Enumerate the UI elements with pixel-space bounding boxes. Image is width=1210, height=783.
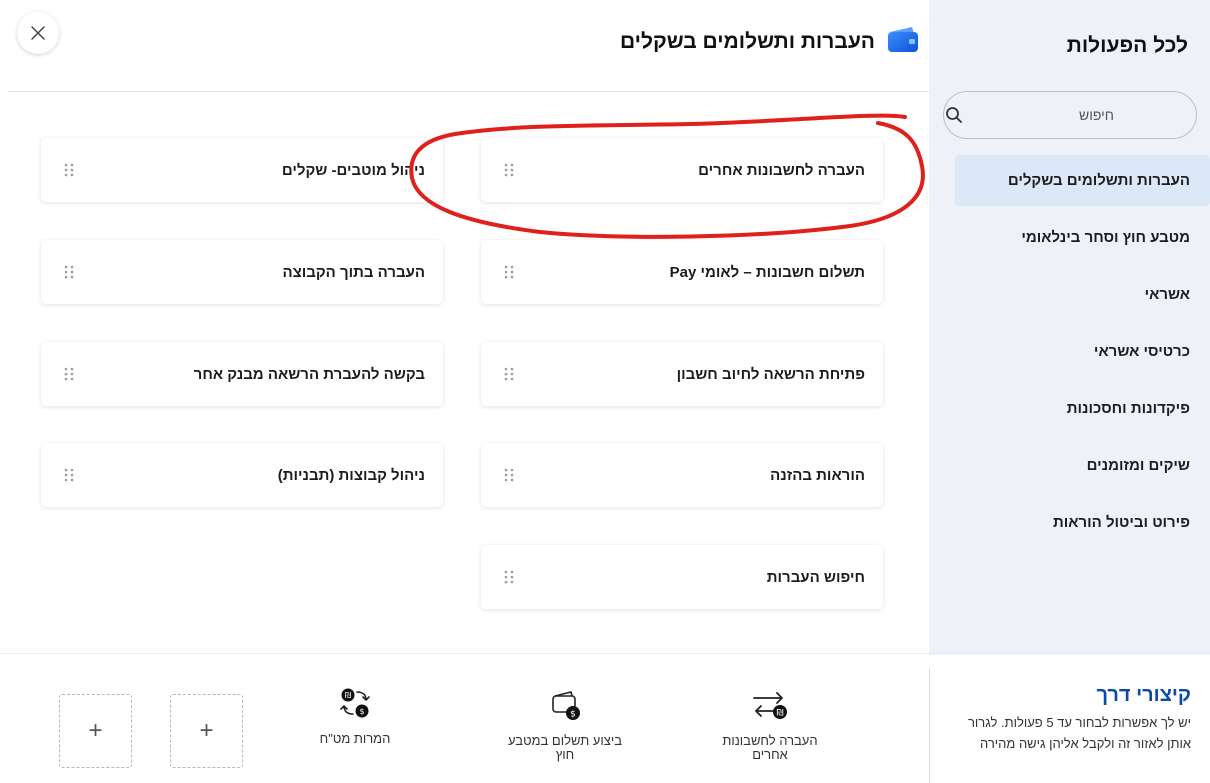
bottom-divider	[0, 653, 1210, 654]
shortcut-label: העברה לחשבונות	[722, 733, 818, 748]
action-card-label: ניהול קבוצות (תבניות)	[277, 466, 425, 484]
wallet-icon	[888, 27, 918, 52]
svg-text:₪: ₪	[345, 691, 351, 700]
sidebar-nav: העברות ותשלומים בשקלים מטבע חוץ וסחר בינ…	[929, 155, 1210, 554]
svg-text:₪: ₪	[776, 709, 783, 719]
drag-handle-icon[interactable]	[503, 569, 515, 585]
action-card-manage-beneficiaries[interactable]: ניהול מוטבים- שקלים	[41, 138, 443, 202]
sidebar-item-credit[interactable]: אשראי	[929, 269, 1210, 320]
search-box[interactable]	[943, 91, 1197, 139]
action-card-search-transfers[interactable]: חיפוש העברות	[481, 545, 883, 609]
close-button[interactable]	[17, 12, 59, 54]
plus-icon: +	[199, 717, 214, 744]
action-card-standing-orders[interactable]: הוראות בהזנה	[481, 443, 883, 507]
action-card-transfer-other-accounts[interactable]: העברה לחשבונות אחרים	[481, 138, 883, 202]
add-shortcut-slot[interactable]: +	[59, 694, 132, 768]
drag-handle-icon[interactable]	[63, 366, 75, 382]
action-card-label: העברה בתוך הקבוצה	[282, 263, 425, 281]
drag-handle-icon[interactable]	[63, 264, 75, 280]
add-shortcut-slot[interactable]: +	[170, 694, 243, 768]
sidebar: לכל הפעולות העברות ותשלומים בשקלים מטבע …	[929, 0, 1210, 655]
sidebar-title: לכל הפעולות	[1066, 34, 1188, 57]
search-icon	[946, 107, 962, 123]
action-card-transfer-within-group[interactable]: העברה בתוך הקבוצה	[41, 240, 443, 304]
transfer-arrows-icon: ₪	[753, 692, 787, 719]
shortcuts-separator	[929, 668, 930, 783]
sidebar-item-shekel-transfers[interactable]: העברות ותשלומים בשקלים	[955, 155, 1210, 206]
sidebar-item-checks-cash[interactable]: שיקים ומזומנים	[929, 440, 1210, 491]
shortcut-transfer-other-accounts[interactable]: ₪ העברה לחשבונות אחרים	[705, 688, 835, 762]
drag-handle-icon[interactable]	[63, 467, 75, 483]
action-card-label: העברה לחשבונות אחרים	[698, 161, 865, 179]
shortcut-label: חוץ	[555, 747, 575, 762]
action-card-label: תשלום חשבונות – לאומי Pay	[669, 263, 865, 281]
action-card-label: חיפוש העברות	[766, 568, 865, 586]
drag-handle-icon[interactable]	[503, 366, 515, 382]
shortcuts-title: קיצורי דרך	[1096, 684, 1191, 706]
shortcuts-description: יש לך אפשרות לבחור עד 5 פעולות. לגרור או…	[967, 715, 1191, 751]
wallet-dollar-icon: $	[552, 691, 580, 720]
action-card-label: בקשה להעברת הרשאה מבנק אחר	[193, 365, 425, 383]
shortcut-currency-exchange[interactable]: ₪ $ המרות מט"ח	[290, 686, 420, 746]
shortcut-foreign-currency-payment[interactable]: $ ביצוע תשלום במטבע חוץ	[500, 688, 630, 762]
svg-text:$: $	[359, 707, 364, 716]
drag-handle-icon[interactable]	[503, 467, 515, 483]
svg-text:$: $	[570, 710, 576, 720]
action-card-label: ניהול מוטבים- שקלים	[281, 161, 425, 179]
close-icon	[31, 26, 45, 40]
shortcut-label: ביצוע תשלום במטבע	[508, 733, 622, 748]
action-card-manage-groups[interactable]: ניהול קבוצות (תבניות)	[41, 443, 443, 507]
shortcut-label: המרות מט"ח	[319, 731, 391, 746]
action-card-label: הוראות בהזנה	[770, 466, 865, 484]
sidebar-item-foreign-currency[interactable]: מטבע חוץ וסחר בינלאומי	[929, 212, 1210, 263]
currency-exchange-icon: ₪ $	[340, 688, 370, 718]
drag-handle-icon[interactable]	[63, 162, 75, 178]
search-input[interactable]	[964, 107, 1114, 123]
sidebar-item-credit-cards[interactable]: כרטיסי אשראי	[929, 326, 1210, 377]
action-card-open-debit-authorization[interactable]: פתיחת הרשאה לחיוב חשבון	[481, 342, 883, 406]
action-card-label: פתיחת הרשאה לחיוב חשבון	[676, 365, 865, 383]
header-divider	[8, 91, 929, 92]
plus-icon: +	[88, 717, 103, 744]
drag-handle-icon[interactable]	[503, 264, 515, 280]
drag-handle-icon[interactable]	[503, 162, 515, 178]
shortcut-label: אחרים	[752, 747, 788, 762]
sidebar-item-deposits-savings[interactable]: פיקדונות וחסכונות	[929, 383, 1210, 434]
sidebar-item-orders-details[interactable]: פירוט וביטול הוראות	[929, 497, 1210, 548]
action-card-pay-accounts[interactable]: תשלום חשבונות – לאומי Pay	[481, 240, 883, 304]
action-card-request-transfer-authorization[interactable]: בקשה להעברת הרשאה מבנק אחר	[41, 342, 443, 406]
page-title: העברות ותשלומים בשקלים	[619, 30, 875, 53]
